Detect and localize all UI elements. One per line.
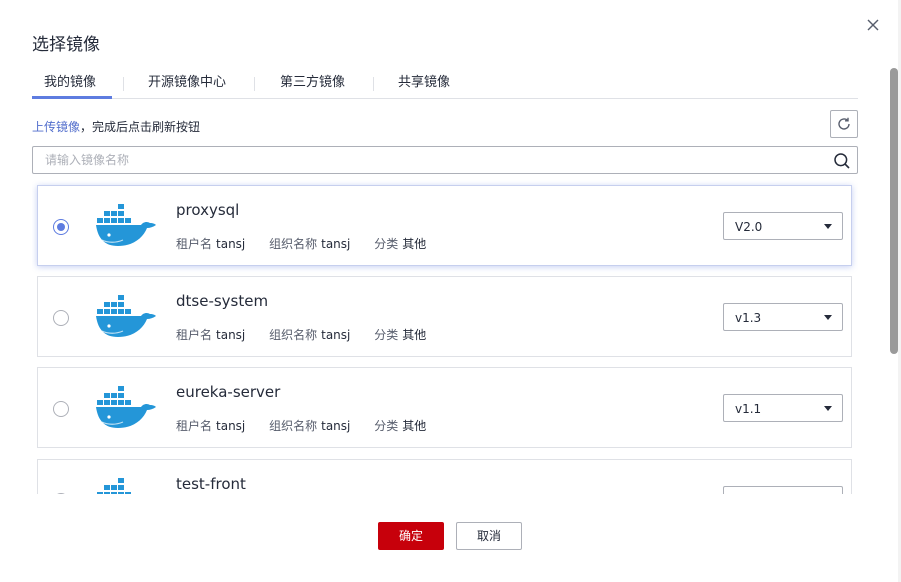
chevron-down-icon [824,315,832,320]
image-radio[interactable] [53,401,69,417]
image-name: proxysql [176,201,240,219]
select-image-dialog: 选择镜像 我的镜像 开源镜像中心 第三方镜像 共享镜像 上传镜像，完成后点击刷新… [0,0,901,582]
docker-whale-icon [96,295,156,337]
cancel-button[interactable]: 取消 [456,522,522,550]
docker-whale-icon [96,386,156,428]
tenant-label: 租户名 [176,328,213,342]
version-select[interactable]: v1.3 [723,303,843,331]
tab-bar: 我的镜像 开源镜像中心 第三方镜像 共享镜像 [32,69,858,99]
docker-whale-icon [96,204,156,246]
tenant-value: tansj [216,328,246,342]
confirm-button[interactable]: 确定 [378,522,444,550]
category-label: 分类 [374,237,399,251]
version-select[interactable]: v1.1 [723,394,843,422]
image-meta: 租户名 tansj 组织名称 tansj 分类 其他 [176,327,446,343]
category-value: 其他 [402,237,427,251]
list-footer-divider [0,494,901,502]
tab-my-images[interactable]: 我的镜像 [44,69,96,99]
version-select[interactable]: V2.0 [723,212,843,240]
active-tab-indicator [32,96,112,99]
docker-whale-icon [97,478,131,494]
version-select[interactable] [723,486,843,494]
version-value: V2.0 [735,220,763,234]
org-value: tansj [321,237,351,251]
image-name: eureka-server [176,383,281,401]
refresh-button[interactable] [830,110,858,138]
upload-image-link[interactable]: 上传镜像 [32,120,80,134]
tab-divider [254,77,255,91]
search-input[interactable] [33,147,823,173]
image-name: dtse-system [176,292,269,310]
close-icon [867,19,879,31]
image-name: test-front [176,475,246,493]
tenant-label: 租户名 [176,419,213,433]
chevron-down-icon [824,224,832,229]
search-box [32,146,858,174]
upload-hint: 上传镜像，完成后点击刷新按钮 [32,119,200,135]
image-card-dtse-system[interactable]: dtse-system 租户名 tansj 组织名称 tansj 分类 其他 v1.3 [37,276,852,357]
tenant-value: tansj [216,419,246,433]
refresh-icon [838,117,850,130]
tenant-value: tansj [216,237,246,251]
image-list: proxysql 租户名tansj 组织名称tansj 分类其他 V2.0 [32,180,858,494]
dialog-title: 选择镜像 [32,35,100,55]
image-radio[interactable] [53,310,69,326]
tab-third-party-images[interactable]: 第三方镜像 [280,69,345,99]
org-label: 组织名称 [269,419,318,433]
tab-divider [373,77,374,91]
org-label: 组织名称 [269,237,318,251]
image-card-eureka-server[interactable]: eureka-server 租户名 tansj 组织名称 tansj 分类 其他 v1… [37,367,852,448]
org-value: tansj [321,328,351,342]
tab-divider [123,77,124,91]
category-label: 分类 [374,328,399,342]
category-value: 其他 [402,419,427,433]
version-value: v1.3 [735,311,762,325]
image-card-test-front[interactable]: test-front 租户名tansj 组织名称tansj 分类其他 [37,459,852,494]
org-value: tansj [321,419,351,433]
category-value: 其他 [402,328,427,342]
search-icon[interactable] [833,152,851,170]
tab-open-source-images[interactable]: 开源镜像中心 [148,69,226,99]
image-radio[interactable] [53,219,69,235]
scrollbar-thumb[interactable] [890,68,898,354]
close-button[interactable] [862,14,884,36]
image-meta: 租户名 tansj 组织名称 tansj 分类 其他 [176,418,446,434]
chevron-down-icon [824,406,832,411]
image-meta: 租户名 tansj 组织名称 tansj 分类 其他 [176,236,446,252]
upload-hint-text: ，完成后点击刷新按钮 [80,120,201,134]
version-value: v1.1 [735,402,762,416]
image-card-proxysql[interactable]: proxysql 租户名 tansj 组织名称 tansj 分类 其他 V2.0 [37,185,852,266]
tab-shared-images[interactable]: 共享镜像 [398,69,450,99]
category-label: 分类 [374,419,399,433]
tenant-label: 租户名 [176,237,213,251]
org-label: 组织名称 [269,328,318,342]
